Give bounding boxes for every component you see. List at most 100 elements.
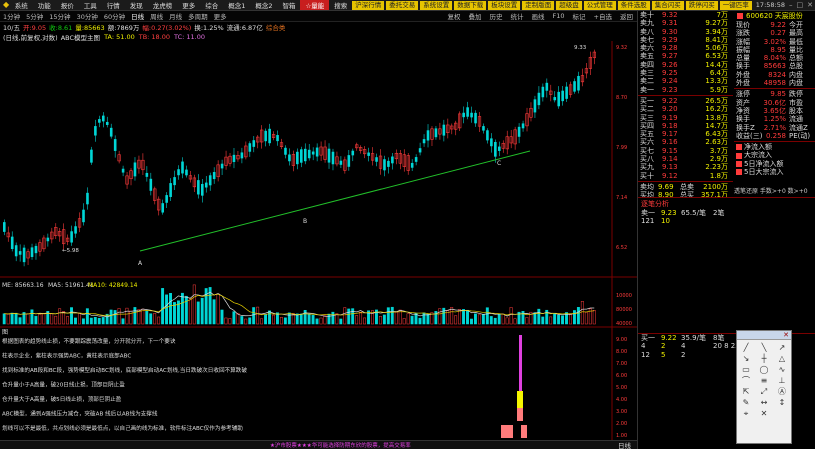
drawing-tool-2-icon[interactable]: ↗ [773, 342, 791, 353]
menu-item-8[interactable]: 综合 [200, 0, 223, 10]
menu-item-3[interactable]: 工具 [79, 0, 102, 10]
quick-button-11[interactable]: 一键匹率 [719, 0, 752, 10]
candle-body [212, 172, 216, 180]
volume-bar [592, 310, 596, 325]
drawing-tool-4-icon[interactable]: ┼ [755, 353, 773, 364]
drawing-tool-0-icon[interactable]: ╱ [737, 342, 755, 353]
quick-button-8[interactable]: 条件选股 [617, 0, 650, 10]
quick-button-5[interactable]: 定制版面 [522, 0, 555, 10]
minimize-icon[interactable]: – [787, 1, 795, 9]
volume-bar [2, 313, 6, 325]
palette-close-icon[interactable]: ✕ [783, 331, 789, 340]
order-row[interactable]: 卖六 9.28 5.06万 [638, 44, 733, 52]
drawing-tool-5-icon[interactable]: △ [773, 353, 791, 364]
chart-tool-8[interactable]: 返回 [616, 11, 637, 21]
drawing-tool-13-icon[interactable]: ⤢ [755, 386, 773, 397]
menu-item-0[interactable]: 系统 [10, 0, 33, 10]
close-icon[interactable]: ✕ [805, 1, 815, 9]
order-row[interactable]: 买三 9.19 13.8万 [638, 114, 733, 122]
trend-line [139, 150, 531, 252]
menu-highlight-item[interactable]: ☆量能 [300, 0, 330, 10]
period-tab-1[interactable]: 5分钟 [23, 11, 46, 21]
chart-tool-4[interactable]: 画线 [528, 11, 549, 21]
menu-item-1[interactable]: 功能 [33, 0, 56, 10]
search-menu-item[interactable]: 搜索 [329, 0, 352, 10]
order-row[interactable]: 卖四 9.26 14.4万 [638, 61, 733, 69]
quick-button-6[interactable]: 超级盘 [556, 0, 582, 10]
point-a-label: A [138, 260, 143, 267]
order-row[interactable]: 买七 9.15 3.7万 [638, 147, 733, 155]
chart-tool-2[interactable]: 历史 [486, 11, 507, 21]
order-row[interactable]: 买四 9.18 14.7万 [638, 122, 733, 130]
period-tab-7[interactable]: 月线 [166, 11, 185, 21]
order-row[interactable]: 买二 9.20 16.2万 [638, 105, 733, 113]
drawing-tool-10-icon[interactable]: ≡ [755, 375, 773, 386]
volume-bar [569, 314, 572, 325]
menu-item-7[interactable]: 更多 [177, 0, 200, 10]
drawing-tool-6-icon[interactable]: ▭ [737, 364, 755, 375]
order-row[interactable]: 卖八 9.30 3.94万 [638, 28, 733, 36]
drawing-tool-8-icon[interactable]: ∿ [773, 364, 791, 375]
drawing-tool-19-icon[interactable]: ✕ [755, 408, 773, 419]
drawing-tool-12-icon[interactable]: ⇱ [737, 386, 755, 397]
quick-button-1[interactable]: 委托交易 [386, 0, 419, 10]
drawing-tool-7-icon[interactable]: ◯ [755, 364, 773, 375]
menu-item-5[interactable]: 发现 [125, 0, 148, 10]
kline-chart[interactable]: A B C ←5.98 9.33 9.32 8.70 7.99 7.14 6.52 ME… [0, 41, 637, 440]
quick-button-3[interactable]: 数据下载 [454, 0, 487, 10]
period-tab-3[interactable]: 30分钟 [74, 11, 101, 21]
quick-button-4[interactable]: 板块设置 [488, 0, 521, 10]
volume-bar [244, 318, 248, 325]
period-indicator[interactable]: 日线 [618, 440, 637, 449]
period-tab-2[interactable]: 15分钟 [46, 11, 73, 21]
period-tab-9[interactable]: 更多 [211, 11, 230, 21]
palette-titlebar[interactable]: ✕ [737, 331, 791, 340]
order-row[interactable]: 买六 9.16 2.63万 [638, 138, 733, 146]
order-row[interactable]: 卖七 9.29 8.41万 [638, 36, 733, 44]
flow-row: 5日大宗流入 [734, 168, 815, 176]
order-row[interactable]: 卖五 9.27 6.53万 [638, 52, 733, 60]
quick-button-9[interactable]: 集合闪买 [651, 0, 684, 10]
chart-tool-7[interactable]: +自选 [590, 11, 616, 21]
price-axis: 9.32 8.70 7.99 7.14 6.52 [616, 45, 627, 251]
quick-button-7[interactable]: 公式管理 [583, 0, 616, 10]
chart-tool-5[interactable]: F10 [549, 12, 569, 20]
order-row[interactable]: 买一 9.22 26.5万 [638, 97, 733, 105]
menu-item-10[interactable]: 概念2 [250, 0, 277, 10]
trade-analysis-title[interactable]: 逐笔分析 [641, 199, 669, 209]
order-row[interactable]: 卖二 9.24 13.3万 [638, 77, 733, 85]
drawing-tool-1-icon[interactable]: ╲ [755, 342, 773, 353]
menu-item-4[interactable]: 行情 [102, 0, 125, 10]
menu-item-2[interactable]: 报价 [56, 0, 79, 10]
period-tab-6[interactable]: 周线 [147, 11, 166, 21]
period-tab-5[interactable]: 日线 [128, 11, 147, 21]
maximize-icon[interactable]: □ [795, 1, 806, 9]
order-row[interactable]: 卖九 9.31 9.27万 [638, 19, 733, 27]
quick-button-0[interactable]: 沪深行情 [352, 0, 385, 10]
menu-item-9[interactable]: 概念1 [223, 0, 250, 10]
drawing-tool-18-icon[interactable]: ⌖ [737, 408, 755, 419]
chart-tool-3[interactable]: 统计 [507, 11, 528, 21]
order-row[interactable]: 买十 9.12 1.8万 [638, 172, 733, 180]
drawing-tool-9-icon[interactable]: ⌒ [737, 375, 755, 386]
order-row[interactable]: 买九 9.13 2.23万 [638, 163, 733, 171]
chart-tool-6[interactable]: 标记 [569, 11, 590, 21]
price-info-2: 量:85663 [75, 24, 105, 32]
drawing-tool-11-icon[interactable]: ⊥ [773, 375, 791, 386]
quick-button-10[interactable]: 跌停闪买 [685, 0, 718, 10]
quick-button-2[interactable]: 系统设置 [420, 0, 453, 10]
drawing-tool-16-icon[interactable]: ↔ [755, 397, 773, 408]
chart-tool-0[interactable]: 复权 [444, 11, 465, 21]
period-tab-8[interactable]: 多周期 [185, 11, 211, 21]
order-row[interactable]: 卖三 9.25 6.4万 [638, 69, 733, 77]
drawing-tool-15-icon[interactable]: ✎ [737, 397, 755, 408]
period-tab-0[interactable]: 1分钟 [0, 11, 23, 21]
drawing-tool-3-icon[interactable]: ↘ [737, 353, 755, 364]
menu-item-11[interactable]: 智箱 [277, 0, 300, 10]
period-tab-4[interactable]: 60分钟 [101, 11, 128, 21]
drawing-tool-14-icon[interactable]: Ⓐ [773, 386, 791, 397]
drawing-tool-17-icon[interactable]: ↕ [773, 397, 791, 408]
chart-tool-1[interactable]: 叠加 [465, 11, 486, 21]
order-row[interactable]: 卖一 9.23 5.9万 [638, 86, 733, 94]
menu-item-6[interactable]: 龙虎榜 [148, 0, 178, 10]
